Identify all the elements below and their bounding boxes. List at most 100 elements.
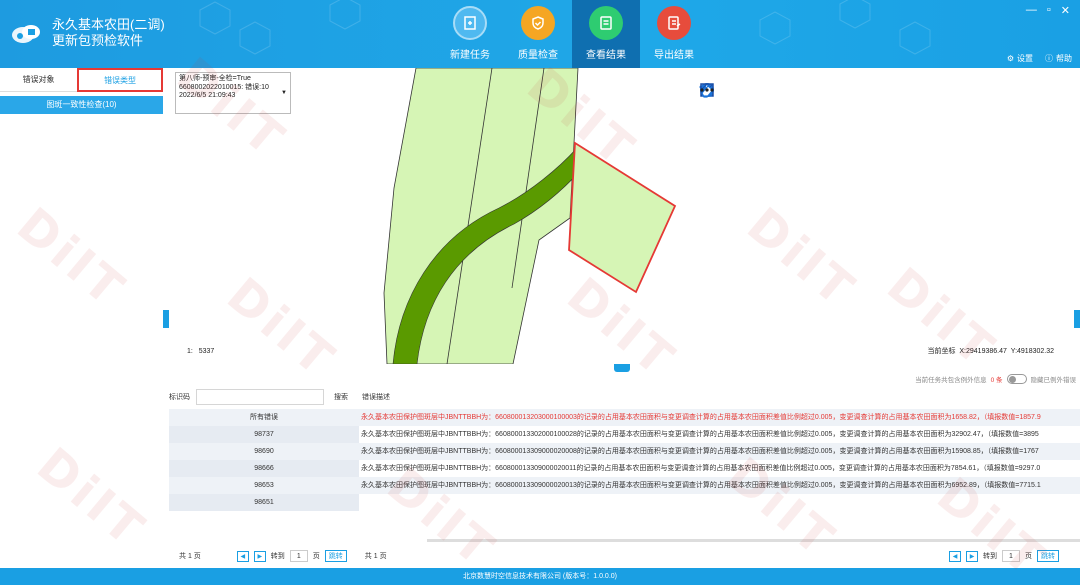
search-label: 标识码 <box>169 394 190 401</box>
measure-icon[interactable] <box>699 82 901 102</box>
scale-value: 5337 <box>198 348 215 355</box>
exception-options: 当前任务共包含例外信息 0 条 隐藏已例外错误 <box>915 374 1076 384</box>
next-page-button[interactable]: ▶ <box>253 550 266 562</box>
arrow-right-icon[interactable] <box>701 82 849 102</box>
new-task-icon <box>453 6 487 40</box>
pager-total-2: 共 1 页 <box>364 553 387 560</box>
row-id[interactable]: 98737 <box>169 426 359 443</box>
search-row: 标识码 搜索 错误描述 <box>169 388 390 406</box>
table-row[interactable]: 98653 永久基本农田保护图斑层中JBNTTBBH为：660800013309… <box>169 477 1080 494</box>
minimize-icon[interactable]: — <box>1026 4 1037 17</box>
close-icon[interactable]: ✕ <box>1061 4 1070 17</box>
error-table-panel: 标识码 搜索 错误描述 所有错误 永久基本农田保护图斑层中JBNTTBBH为：6… <box>169 388 1080 568</box>
exception-info-text: 当前任务共包含例外信息 <box>915 377 987 384</box>
nav-label: 质量检查 <box>518 50 558 61</box>
table-row[interactable]: 98666 永久基本农田保护图斑层中JBNTTBBH为：660800013309… <box>169 460 1080 477</box>
gear-icon: ⚙ <box>1006 54 1014 63</box>
task-info-dropdown[interactable]: 第八师-预审-全检=True 6608002022010015: 错误:10 2… <box>175 72 291 114</box>
next-page-button[interactable]: ▶ <box>966 550 978 562</box>
row-id[interactable]: 98653 <box>169 477 359 494</box>
window-controls: — ▫ ✕ <box>1026 4 1070 17</box>
row-desc[interactable]: 永久基本农田保护图斑层中JBNTTBBH为：660800013203000100… <box>359 409 1080 426</box>
table-row[interactable]: 98651 <box>169 494 1080 511</box>
prev-page-button[interactable]: ◀ <box>949 550 961 562</box>
row-id[interactable]: 98666 <box>169 460 359 477</box>
arrow-left-icon[interactable] <box>701 82 823 102</box>
desc-header: 错误描述 <box>362 394 390 401</box>
nav-export-result[interactable]: 导出结果 <box>640 0 708 68</box>
nav-label: 导出结果 <box>654 50 694 61</box>
go-page-button[interactable]: 跳转 <box>324 550 347 562</box>
shield-check-icon <box>521 6 555 40</box>
go-page-button[interactable]: 跳转 <box>1037 550 1059 562</box>
row-desc[interactable] <box>359 494 1080 511</box>
nav-quality-check[interactable]: 质量检查 <box>504 0 572 68</box>
scale-label: 1: <box>187 348 193 355</box>
zoom-out-icon[interactable] <box>700 82 771 102</box>
coord-y: Y:4918302.32 <box>1010 348 1054 355</box>
zoom-in-icon[interactable] <box>700 82 745 102</box>
pager-goto-label: 转到 <box>983 553 997 560</box>
row-id[interactable]: 98690 <box>169 443 359 460</box>
tab-error-type[interactable]: 错误类型 <box>77 67 163 92</box>
app-logo-icon <box>12 25 40 43</box>
pager-unit: 页 <box>312 553 320 560</box>
more-icon[interactable] <box>700 82 979 102</box>
nav-view-result[interactable]: 查看结果 <box>572 0 640 68</box>
category-item[interactable]: 图斑一致性检查(10) <box>0 96 163 114</box>
info-line: 2022/6/5 21:09:43 <box>179 92 236 99</box>
table-row[interactable]: 98690 永久基本农田保护图斑层中JBNTTBBH为：660800013309… <box>169 443 1080 460</box>
app-title-line1: 永久基本农田(二调) <box>52 17 165 32</box>
horizontal-scrollbar[interactable] <box>427 539 1080 542</box>
row-desc[interactable]: 永久基本农田保护图斑层中JBNTTBBH为：660800013309000020… <box>359 460 1080 477</box>
row-id[interactable]: 98651 <box>169 494 359 511</box>
pager-right: ◀ ▶ 转到 1 页 跳转 <box>949 550 1059 562</box>
settings-link[interactable]: ⚙ 设置 <box>1007 53 1033 64</box>
map-view[interactable]: 第八师-预审-全检=True 6608002022010015: 错误:10 2… <box>169 68 1080 364</box>
search-input[interactable] <box>196 389 324 405</box>
select-area-icon[interactable] <box>700 82 927 102</box>
page-input[interactable]: 1 <box>289 550 308 562</box>
row-desc[interactable]: 永久基本农田保护图斑层中JBNTTBBH为：660800013309000020… <box>359 443 1080 460</box>
map-scale: 1: 5337 <box>187 348 214 355</box>
help-icon: ⓘ <box>1045 54 1053 63</box>
info-line: 6608002022010015: 错误:10 <box>179 83 269 91</box>
app-header: 永久基本农田(二调) 更新包预检软件 新建任务 质量检查 查看结果 导出结果 —… <box>0 0 1080 68</box>
info-icon[interactable] <box>700 82 875 102</box>
hide-exception-label: 隐藏已例外错误 <box>1030 377 1077 384</box>
dropdown-arrow-icon: ▼ <box>281 90 287 96</box>
left-tabs: 错误对象 错误类型 <box>0 67 163 92</box>
table-row[interactable]: 98737 永久基本农田保护图斑层中JBNTTBBH为：660800013302… <box>169 426 1080 443</box>
left-panel: 错误对象 错误类型 图斑一致性检查(10) <box>0 67 163 568</box>
nav-label: 新建任务 <box>450 50 490 61</box>
footer: 北京数慧时空信息技术有限公司 (版本号：1.0.0.0) <box>0 568 1080 585</box>
search-button[interactable]: 搜索 <box>334 392 348 402</box>
help-link[interactable]: ⓘ 帮助 <box>1045 53 1072 64</box>
row-id[interactable]: 所有错误 <box>169 409 359 426</box>
app-title: 永久基本农田(二调) 更新包预检软件 <box>52 17 165 49</box>
prev-page-button[interactable]: ◀ <box>236 550 249 562</box>
pager-unit: 页 <box>1025 553 1032 560</box>
map-canvas[interactable] <box>169 68 1080 364</box>
collapse-right-handle[interactable] <box>1074 310 1080 328</box>
row-desc[interactable]: 永久基本农田保护图斑层中JBNTTBBH为：660800013302000100… <box>359 426 1080 443</box>
export-icon <box>657 6 691 40</box>
map-toolbar <box>699 82 979 102</box>
coord-label: 当前坐标 <box>927 348 956 355</box>
collapse-bottom-handle[interactable] <box>614 364 630 372</box>
page-input[interactable]: 1 <box>1002 550 1020 562</box>
globe-icon[interactable] <box>700 82 797 102</box>
nav-new-task[interactable]: 新建任务 <box>436 0 504 68</box>
table-row[interactable]: 所有错误 永久基本农田保护图斑层中JBNTTBBH为：6608000132030… <box>169 409 1080 426</box>
hide-exception-toggle[interactable] <box>1006 374 1027 384</box>
eraser-icon[interactable] <box>701 82 953 102</box>
error-parcel <box>568 141 677 294</box>
help-label: 帮助 <box>1056 54 1072 63</box>
row-desc[interactable]: 永久基本农田保护图斑层中JBNTTBBH为：660800013309000020… <box>359 477 1080 494</box>
maximize-icon[interactable]: ▫ <box>1047 4 1051 17</box>
info-line: 第八师-预审-全检=True <box>179 75 251 82</box>
map-coordinates: 当前坐标 X:29419386.47 Y:4918302.32 <box>928 346 1055 356</box>
settings-label: 设置 <box>1017 54 1033 63</box>
app-title-line2: 更新包预检软件 <box>52 33 144 48</box>
tab-error-object[interactable]: 错误对象 <box>0 69 77 91</box>
